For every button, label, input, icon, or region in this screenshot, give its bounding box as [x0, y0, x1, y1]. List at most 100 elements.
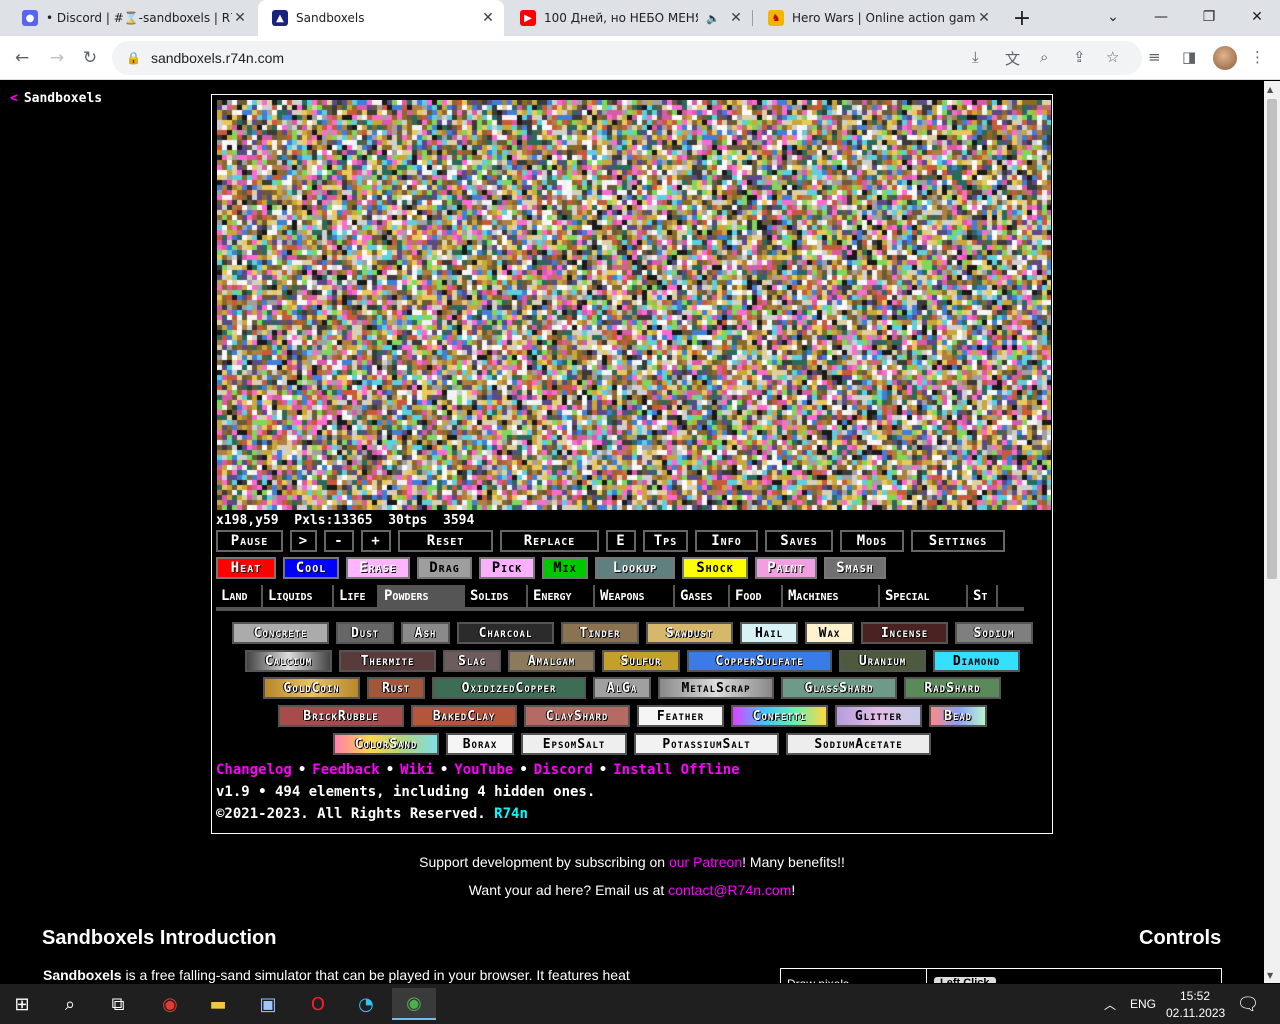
- element-button-confetti[interactable]: Confetti: [731, 705, 828, 727]
- element-button-charcoal[interactable]: Charcoal: [457, 622, 554, 644]
- notifications-icon[interactable]: 🗨: [1226, 988, 1270, 1020]
- element-button-potassiumsalt[interactable]: PotassiumSalt: [634, 733, 779, 755]
- footer-link-discord[interactable]: Discord: [534, 762, 593, 778]
- element-button-goldcoin[interactable]: GoldCoin: [263, 677, 360, 699]
- control-button-x[interactable]: >: [290, 530, 317, 552]
- lock-icon[interactable]: 🔒: [126, 51, 141, 65]
- element-button-hail[interactable]: Hail: [740, 622, 798, 644]
- tool-button-paint[interactable]: Paint: [755, 557, 817, 579]
- translate-icon[interactable]: 文: [1005, 48, 1020, 69]
- element-button-clayshard[interactable]: ClayShard: [524, 705, 630, 727]
- element-button-coppersulfate[interactable]: CopperSulfate: [687, 650, 832, 672]
- control-button-mods[interactable]: Mods: [840, 530, 904, 552]
- tool-button-pick[interactable]: Pick: [479, 557, 535, 579]
- forward-icon[interactable]: →: [41, 42, 73, 74]
- page-scrollbar[interactable]: ▲ ▼: [1264, 81, 1280, 983]
- control-button-x[interactable]: -: [324, 530, 354, 552]
- window-close-icon[interactable]: ✕: [1234, 0, 1280, 34]
- clock-date[interactable]: 02.11.2023: [1166, 1006, 1225, 1020]
- tool-button-mix[interactable]: Mix: [542, 557, 588, 579]
- element-button-glassshard[interactable]: GlassShard: [781, 677, 897, 699]
- category-tab-liquids[interactable]: Liquids: [263, 585, 334, 607]
- footer-link-install-offline[interactable]: Install Offline: [613, 762, 739, 778]
- media-control-icon[interactable]: ≡: [1148, 48, 1161, 66]
- restore-icon[interactable]: ❐: [1186, 0, 1232, 34]
- category-tab-machines[interactable]: Machines: [783, 585, 880, 607]
- patreon-link[interactable]: our Patreon: [669, 854, 742, 870]
- close-icon[interactable]: ✕: [480, 10, 496, 26]
- chrome-alt-icon[interactable]: ◉: [148, 988, 192, 1020]
- control-button-reset[interactable]: Reset: [398, 530, 493, 552]
- speaker-icon[interactable]: 🔈: [706, 12, 720, 25]
- tool-button-cool[interactable]: Cool: [283, 557, 339, 579]
- element-button-slag[interactable]: Slag: [443, 650, 501, 672]
- element-button-bakedclay[interactable]: BakedClay: [411, 705, 517, 727]
- element-button-dust[interactable]: Dust: [336, 622, 394, 644]
- tab-discord[interactable]: ● • Discord | #⌛-sandboxels | R74n ✕: [8, 0, 256, 36]
- category-tab-life[interactable]: Life: [334, 585, 379, 607]
- chrome-icon[interactable]: ◉: [392, 988, 436, 1020]
- search-icon[interactable]: ⌕: [48, 988, 92, 1020]
- network-app-icon[interactable]: ▣: [246, 988, 290, 1020]
- category-tab-food[interactable]: Food: [730, 585, 783, 607]
- footer-link-feedback[interactable]: Feedback: [312, 762, 379, 778]
- element-button-borax[interactable]: Borax: [446, 733, 514, 755]
- menu-icon[interactable]: ⋮: [1250, 48, 1265, 66]
- tool-button-shock[interactable]: Shock: [682, 557, 748, 579]
- element-button-tinder[interactable]: Tinder: [561, 622, 639, 644]
- windows-start-icon[interactable]: ⊞: [0, 988, 44, 1020]
- minimize-icon[interactable]: —: [1138, 0, 1184, 34]
- control-button-settings[interactable]: Settings: [911, 530, 1005, 552]
- scroll-up-icon[interactable]: ▲: [1267, 85, 1273, 94]
- close-icon[interactable]: ✕: [976, 10, 992, 26]
- tool-button-lookup[interactable]: Lookup: [595, 557, 675, 579]
- reload-icon[interactable]: ↻: [74, 42, 106, 74]
- tray-chevron-icon[interactable]: ︿: [1104, 996, 1116, 1013]
- category-tab-gases[interactable]: Gases: [675, 585, 730, 607]
- category-tab-land[interactable]: Land: [216, 585, 263, 607]
- footer-link-wiki[interactable]: Wiki: [400, 762, 434, 778]
- element-button-concrete[interactable]: Concrete: [232, 622, 329, 644]
- tab-search-icon[interactable]: ⌄: [1090, 0, 1136, 34]
- category-tab-weapons[interactable]: Weapons: [595, 585, 675, 607]
- element-button-amalgam[interactable]: Amalgam: [508, 650, 595, 672]
- task-view-icon[interactable]: ⧉: [96, 988, 140, 1020]
- footer-link-youtube[interactable]: YouTube: [454, 762, 513, 778]
- element-button-feather[interactable]: Feather: [637, 705, 724, 727]
- control-button-saves[interactable]: Saves: [765, 530, 833, 552]
- scrollbar-thumb[interactable]: [1267, 99, 1277, 579]
- category-tab-st[interactable]: St: [968, 585, 998, 607]
- tool-button-smash[interactable]: Smash: [824, 557, 886, 579]
- edge-icon[interactable]: ◔: [344, 988, 388, 1020]
- category-tab-solids[interactable]: Solids: [465, 585, 528, 607]
- bookmark-star-icon[interactable]: ☆: [1106, 48, 1119, 66]
- contact-email-link[interactable]: contact@R74n.com: [668, 882, 791, 898]
- file-explorer-icon[interactable]: ▬: [196, 988, 240, 1020]
- element-button-sodiumacetate[interactable]: SodiumAcetate: [786, 733, 931, 755]
- tool-button-heat[interactable]: Heat: [216, 557, 276, 579]
- element-button-thermite[interactable]: Thermite: [339, 650, 436, 672]
- control-button-replace[interactable]: Replace: [500, 530, 599, 552]
- opera-icon[interactable]: O: [296, 988, 340, 1020]
- element-button-rust[interactable]: Rust: [367, 677, 425, 699]
- tab-hero-wars[interactable]: ♞ Hero Wars | Online action game | ✕: [754, 0, 1000, 36]
- side-panel-icon[interactable]: ◨: [1182, 48, 1196, 66]
- element-button-alga[interactable]: AlGa: [593, 677, 651, 699]
- url-text[interactable]: sandboxels.r74n.com: [151, 50, 284, 66]
- element-button-sodium[interactable]: Sodium: [955, 622, 1033, 644]
- tab-sandboxels[interactable]: ▲ Sandboxels ✕: [258, 0, 504, 36]
- profile-avatar[interactable]: [1213, 46, 1237, 70]
- category-tab-powders[interactable]: Powders: [379, 585, 465, 607]
- element-button-glitter[interactable]: Glitter: [835, 705, 922, 727]
- control-button-pause[interactable]: Pause: [216, 530, 283, 552]
- tool-button-erase[interactable]: Erase: [346, 557, 410, 579]
- element-button-calcium[interactable]: Calcium: [245, 650, 332, 672]
- r74n-link[interactable]: R74n: [494, 806, 528, 822]
- category-tab-special[interactable]: Special: [880, 585, 968, 607]
- zoom-icon[interactable]: ⌕: [1040, 48, 1048, 66]
- simulation-canvas[interactable]: [217, 100, 1051, 510]
- control-button-e[interactable]: E: [606, 530, 636, 552]
- element-button-epsomsalt[interactable]: EpsomSalt: [521, 733, 627, 755]
- element-button-wax[interactable]: Wax: [805, 622, 854, 644]
- tool-button-drag[interactable]: Drag: [417, 557, 472, 579]
